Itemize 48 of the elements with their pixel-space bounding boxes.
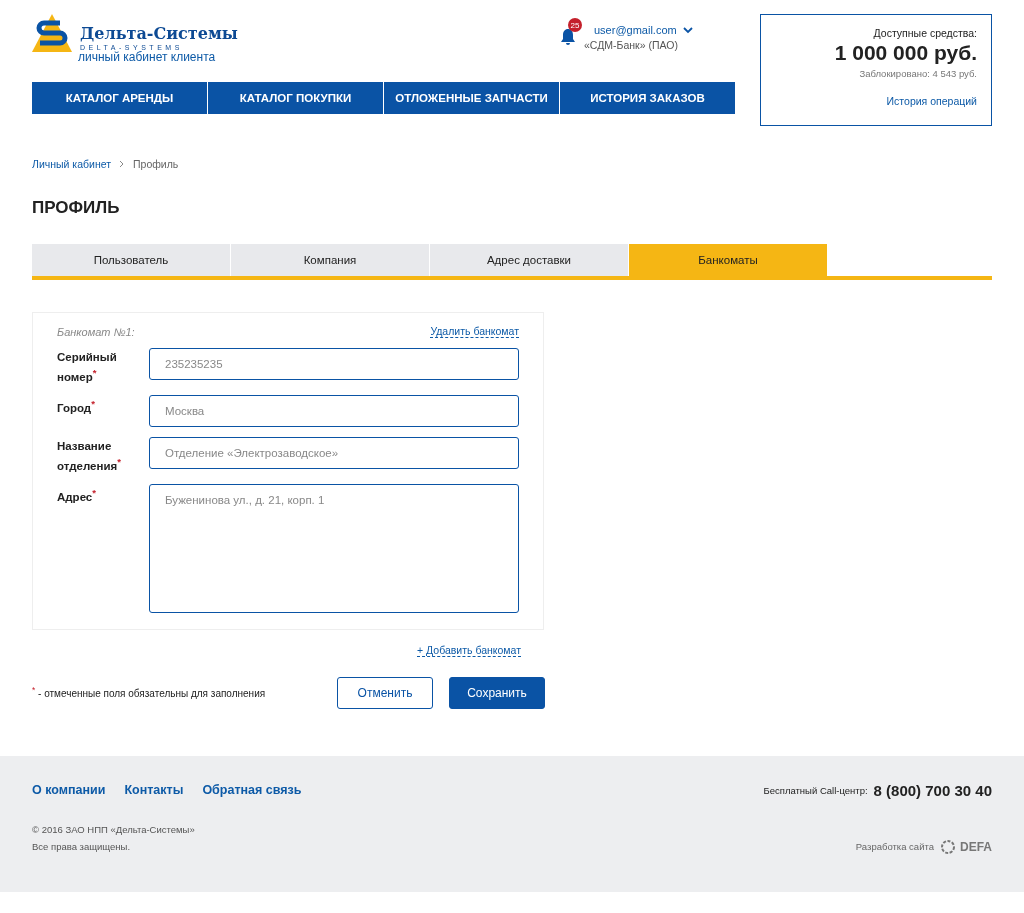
tab[interactable]: Адрес доставки	[430, 244, 628, 276]
balance-amount: 1 000 000 руб.	[834, 41, 977, 65]
breadcrumb-link[interactable]: Личный кабинет	[32, 158, 111, 170]
address-field[interactable]: Буженинова ул., д. 21, корп. 1	[149, 483, 519, 613]
bell-icon[interactable]	[560, 28, 576, 46]
user-menu[interactable]: user@gmail.com	[594, 24, 693, 36]
input-field[interactable]: 235235235	[149, 348, 519, 380]
phone-number: 8 (800) 700 30 40	[873, 781, 992, 799]
required-note: $^{*}$ - отмеченные поля обязательны для заполнения	[32, 685, 266, 700]
atm-title: Банкомат №1:	[57, 325, 135, 338]
notification-badge: 25	[568, 18, 582, 32]
logo-name: Дельта-Системы	[80, 24, 238, 44]
cancel-button[interactable]: Отменить	[337, 676, 433, 709]
footer-link[interactable]: Контакты	[124, 783, 184, 798]
input-field[interactable]: Отделение «Электрозаводское»	[149, 436, 519, 469]
nav-item[interactable]: ОТЛОЖЕННЫЕ ЗАПЧАСТИ	[384, 82, 560, 114]
field-label: Название отделения$^{*}$	[57, 438, 122, 474]
nav-item[interactable]: КАТАЛОГ АРЕНДЫ	[32, 82, 208, 114]
developer-name[interactable]: DEFA	[960, 839, 992, 854]
copyright: © 2016 ЗАО НПП «Дельта-Системы»	[32, 822, 195, 837]
page-title: ПРОФИЛЬ	[32, 198, 121, 218]
field-label: Город$^{*}$	[57, 396, 96, 416]
field-label: Серийный номер$^{*}$	[57, 350, 118, 385]
chevron-icon	[119, 160, 125, 168]
ring-icon	[940, 838, 956, 855]
footer-link[interactable]: Обратная связь	[202, 783, 302, 798]
nav-item[interactable]: ИСТОРИЯ ЗАКАЗОВ	[560, 82, 735, 114]
add-atm-link[interactable]: + Добавить банкомат	[417, 643, 521, 657]
history-link[interactable]: История операций	[886, 95, 977, 107]
nav-item[interactable]: КАТАЛОГ ПОКУПКИ	[208, 82, 384, 114]
save-button[interactable]: Сохранить	[449, 676, 545, 709]
rights-text: Все права защищены.	[32, 839, 132, 854]
tab[interactable]: Пользователь	[32, 244, 230, 276]
blocked-amount: Заблокировано: 4 543 руб.	[859, 68, 977, 79]
logo-caption: личный кабинет клиента	[78, 50, 217, 64]
breadcrumb-current: Профиль	[133, 158, 179, 170]
balance-label: Доступные средства:	[873, 27, 977, 39]
developer-label: Разработка сайта	[855, 841, 934, 853]
tab[interactable]: Банкоматы	[629, 244, 827, 276]
field-label: Адрес$^{*}$	[57, 485, 97, 505]
logo-icon	[32, 14, 72, 52]
call-center-label: Бесплатный Call-центр:	[763, 784, 868, 796]
user-company: «СДМ-Банк» (ПАО)	[584, 39, 678, 51]
footer-link[interactable]: О компании	[32, 783, 106, 798]
caret-icon	[682, 26, 693, 34]
input-field[interactable]: Москва	[149, 394, 519, 427]
tab[interactable]: Компания	[231, 244, 429, 276]
delete-atm-link[interactable]: Удалить банкомат	[430, 325, 519, 338]
